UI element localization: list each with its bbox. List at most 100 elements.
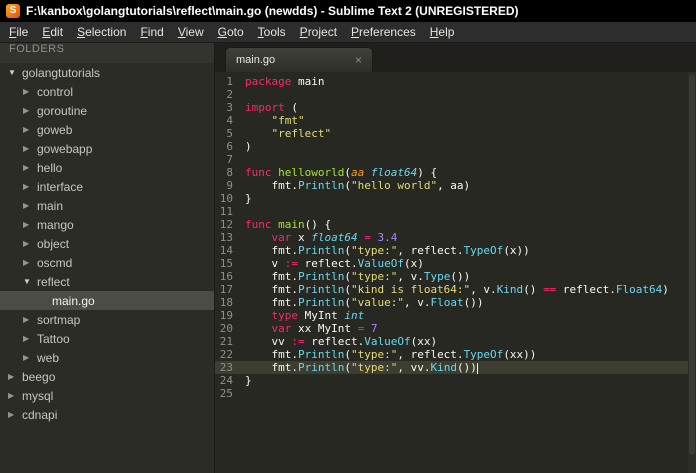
collapse-arrow-icon[interactable]: ▼ — [23, 277, 37, 286]
folder-golangtutorials[interactable]: ▼ golangtutorials — [0, 63, 214, 82]
tree-item-label: interface — [37, 179, 84, 194]
vertical-scrollbar[interactable] — [688, 72, 696, 473]
code-line-4[interactable]: 4 "fmt" — [215, 114, 696, 127]
code-editor[interactable]: 1 package main 2 3 import (4 "fmt" 5 "reflect… — [215, 72, 696, 473]
folder-oscmd[interactable]: ▶ oscmd — [0, 253, 214, 272]
code-line-15[interactable]: 15 v := reflect.ValueOf(x) — [215, 257, 696, 270]
folder-mango[interactable]: ▶ mango — [0, 215, 214, 234]
code-line-13[interactable]: 13 var x float64 = 3.4 — [215, 231, 696, 244]
line-number: 5 — [226, 127, 233, 140]
tab-main-go[interactable]: main.go × — [225, 47, 373, 72]
code-line-24[interactable]: 24} — [215, 374, 696, 387]
code-line-11[interactable]: 11 — [215, 205, 696, 218]
folders-header: FOLDERS — [0, 43, 214, 63]
expand-arrow-icon[interactable]: ▶ — [23, 144, 37, 153]
folder-goweb[interactable]: ▶ goweb — [0, 120, 214, 139]
expand-arrow-icon[interactable]: ▶ — [23, 258, 37, 267]
code-text: fmt.Println("type:", reflect.TypeOf(x)) — [245, 244, 530, 257]
code-line-3[interactable]: 3 import ( — [215, 101, 696, 114]
folder-gowebapp[interactable]: ▶ gowebapp — [0, 139, 214, 158]
code-line-19[interactable]: 19 type MyInt int — [215, 309, 696, 322]
code-text: } — [245, 192, 252, 205]
expand-arrow-icon[interactable]: ▶ — [23, 315, 37, 324]
menu-selection[interactable]: Selection — [70, 25, 133, 39]
folder-web[interactable]: ▶ web — [0, 348, 214, 367]
line-number: 2 — [226, 88, 233, 101]
folder-interface[interactable]: ▶ interface — [0, 177, 214, 196]
tree-item-label: main — [37, 198, 64, 213]
code-line-6[interactable]: 6) — [215, 140, 696, 153]
line-number: 16 — [219, 270, 233, 283]
expand-arrow-icon[interactable]: ▶ — [8, 372, 22, 381]
line-number: 25 — [219, 387, 233, 400]
folder-hello[interactable]: ▶ hello — [0, 158, 214, 177]
scrollbar-thumb[interactable] — [689, 74, 695, 455]
code-line-12[interactable]: 12 func main() { — [215, 218, 696, 231]
expand-arrow-icon[interactable]: ▶ — [23, 163, 37, 172]
menu-view[interactable]: View — [171, 25, 211, 39]
expand-arrow-icon[interactable]: ▶ — [23, 182, 37, 191]
code-line-5[interactable]: 5 "reflect" — [215, 127, 696, 140]
menu-find[interactable]: Find — [133, 25, 170, 39]
expand-arrow-icon[interactable]: ▶ — [23, 353, 37, 362]
expand-arrow-icon[interactable]: ▶ — [23, 201, 37, 210]
folder-mysql[interactable]: ▶ mysql — [0, 386, 214, 405]
expand-arrow-icon[interactable]: ▶ — [23, 239, 37, 248]
line-number: 8 — [226, 166, 233, 179]
tree-item-label: gowebapp — [37, 141, 93, 156]
expand-arrow-icon[interactable]: ▶ — [23, 334, 37, 343]
expand-arrow-icon[interactable]: ▶ — [23, 87, 37, 96]
code-line-20[interactable]: 20 var xx MyInt = 7 — [215, 322, 696, 335]
folder-tattoo[interactable]: ▶ Tattoo — [0, 329, 214, 348]
title-bar[interactable]: S F:\kanbox\golangtutorials\reflect\main… — [0, 0, 696, 22]
code-line-14[interactable]: 14 fmt.Println("type:", reflect.TypeOf(x… — [215, 244, 696, 257]
expand-arrow-icon[interactable]: ▶ — [8, 391, 22, 400]
menu-tools[interactable]: Tools — [251, 25, 293, 39]
folder-object[interactable]: ▶ object — [0, 234, 214, 253]
menu-edit[interactable]: Edit — [35, 25, 70, 39]
code-line-2[interactable]: 2 — [215, 88, 696, 101]
menu-goto[interactable]: Goto — [211, 25, 251, 39]
file-main-go[interactable]: main.go — [0, 291, 214, 310]
code-line-7[interactable]: 7 — [215, 153, 696, 166]
code-line-18[interactable]: 18 fmt.Println("value:", v.Float()) — [215, 296, 696, 309]
code-line-17[interactable]: 17 fmt.Println("kind is float64:", v.Kin… — [215, 283, 696, 296]
folder-cdnapi[interactable]: ▶ cdnapi — [0, 405, 214, 424]
folder-goroutine[interactable]: ▶ goroutine — [0, 101, 214, 120]
folder-beego[interactable]: ▶ beego — [0, 367, 214, 386]
code-line-10[interactable]: 10} — [215, 192, 696, 205]
code-line-21[interactable]: 21 vv := reflect.ValueOf(xx) — [215, 335, 696, 348]
tree-item-label: reflect — [37, 274, 70, 289]
tree-item-label: Tattoo — [37, 331, 70, 346]
menu-project[interactable]: Project — [293, 25, 344, 39]
expand-arrow-icon[interactable]: ▶ — [23, 220, 37, 229]
expand-arrow-icon[interactable]: ▶ — [8, 410, 22, 419]
code-line-8[interactable]: 8 func helloworld(aa float64) { — [215, 166, 696, 179]
menu-help[interactable]: Help — [423, 25, 462, 39]
code-text: fmt.Println("type:", reflect.TypeOf(xx)) — [245, 348, 537, 361]
tab-label: main.go — [236, 54, 276, 66]
line-number: 20 — [219, 322, 233, 335]
code-line-25[interactable]: 25 — [215, 387, 696, 400]
code-line-1[interactable]: 1 package main — [215, 75, 696, 88]
folder-main[interactable]: ▶ main — [0, 196, 214, 215]
tab-close-icon[interactable]: × — [355, 53, 362, 67]
folder-sortmap[interactable]: ▶ sortmap — [0, 310, 214, 329]
menu-preferences[interactable]: Preferences — [344, 25, 423, 39]
collapse-arrow-icon[interactable]: ▼ — [8, 68, 22, 77]
tab-bar: main.go × — [215, 43, 696, 72]
folder-control[interactable]: ▶ control — [0, 82, 214, 101]
tree-item-label: web — [37, 350, 60, 365]
code-line-22[interactable]: 22 fmt.Println("type:", reflect.TypeOf(x… — [215, 348, 696, 361]
code-line-23[interactable]: 23 fmt.Println("type:", vv.Kind()) — [215, 361, 696, 374]
expand-arrow-icon[interactable]: ▶ — [23, 106, 37, 115]
folder-reflect[interactable]: ▼ reflect — [0, 272, 214, 291]
code-text: fmt.Println("hello world", aa) — [245, 179, 471, 192]
code-text: func helloworld(aa float64) { — [245, 166, 438, 179]
code-line-16[interactable]: 16 fmt.Println("type:", v.Type()) — [215, 270, 696, 283]
expand-arrow-icon[interactable]: ▶ — [23, 125, 37, 134]
menu-file[interactable]: File — [2, 25, 35, 39]
code-line-9[interactable]: 9 fmt.Println("hello world", aa) — [215, 179, 696, 192]
code-text: fmt.Println("type:", v.Type()) — [245, 270, 471, 283]
tree-item-label: golangtutorials — [22, 65, 101, 80]
